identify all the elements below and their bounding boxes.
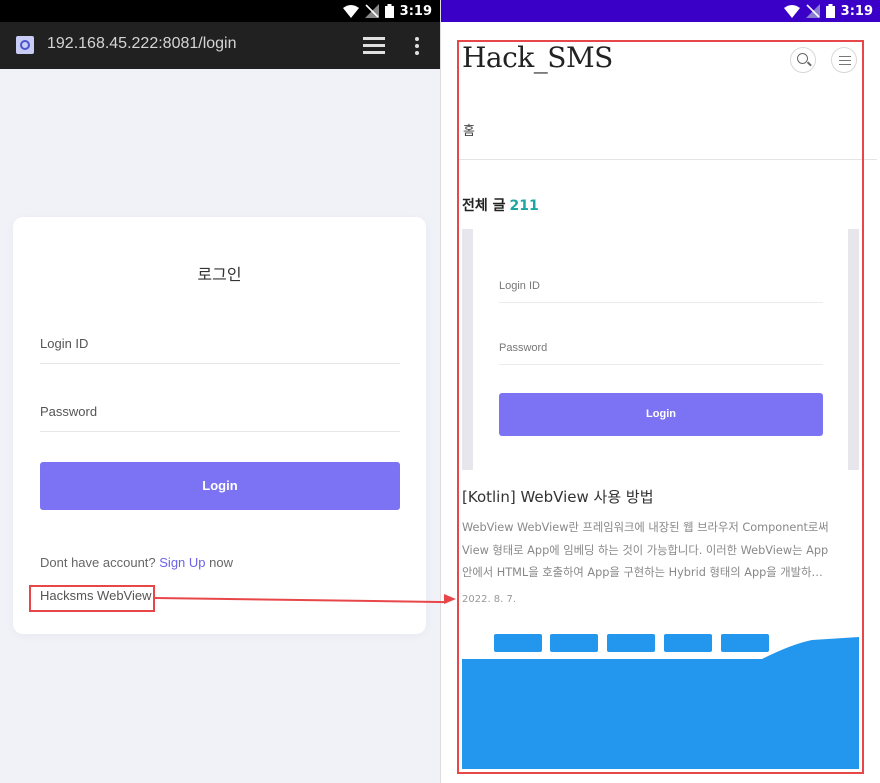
status-bar-right: 3:19: [441, 0, 880, 22]
login-button[interactable]: Login: [40, 462, 400, 510]
battery-icon: [384, 4, 394, 18]
status-time: 3:19: [399, 3, 432, 19]
screenshot-stage: 3:19 192.168.45.222:8081/login 로그인 Login…: [0, 0, 880, 783]
login-title: 로그인: [197, 265, 242, 284]
tabs-icon[interactable]: [363, 37, 385, 54]
signup-prompt: Dont have account? Sign Up now: [40, 555, 233, 570]
site-favicon-icon: [16, 36, 34, 54]
wifi-icon: [783, 4, 800, 18]
signup-link[interactable]: Sign Up: [159, 555, 205, 570]
no-signal-icon: [805, 4, 820, 18]
no-signal-icon: [364, 4, 379, 18]
highlight-box-webview-link: [29, 585, 155, 612]
more-options-icon[interactable]: [414, 37, 420, 55]
signup-suffix: now: [209, 555, 233, 570]
wifi-icon: [342, 4, 359, 18]
password-field[interactable]: Password: [40, 404, 400, 432]
highlight-box-webview-screen: [457, 40, 864, 774]
battery-icon: [825, 4, 835, 18]
browser-toolbar: 192.168.45.222:8081/login: [0, 22, 440, 69]
status-time: 3:19: [840, 3, 873, 19]
login-id-field[interactable]: Login ID: [40, 336, 400, 364]
signup-prefix: Dont have account?: [40, 555, 156, 570]
left-phone-screen: 3:19 192.168.45.222:8081/login 로그인 Login…: [0, 0, 440, 783]
address-bar[interactable]: 192.168.45.222:8081/login: [47, 35, 237, 53]
status-bar: 3:19: [0, 0, 440, 22]
login-card: 로그인 Login ID Password Login Dont have ac…: [13, 217, 426, 634]
annotation-arrow-head: [444, 594, 456, 604]
